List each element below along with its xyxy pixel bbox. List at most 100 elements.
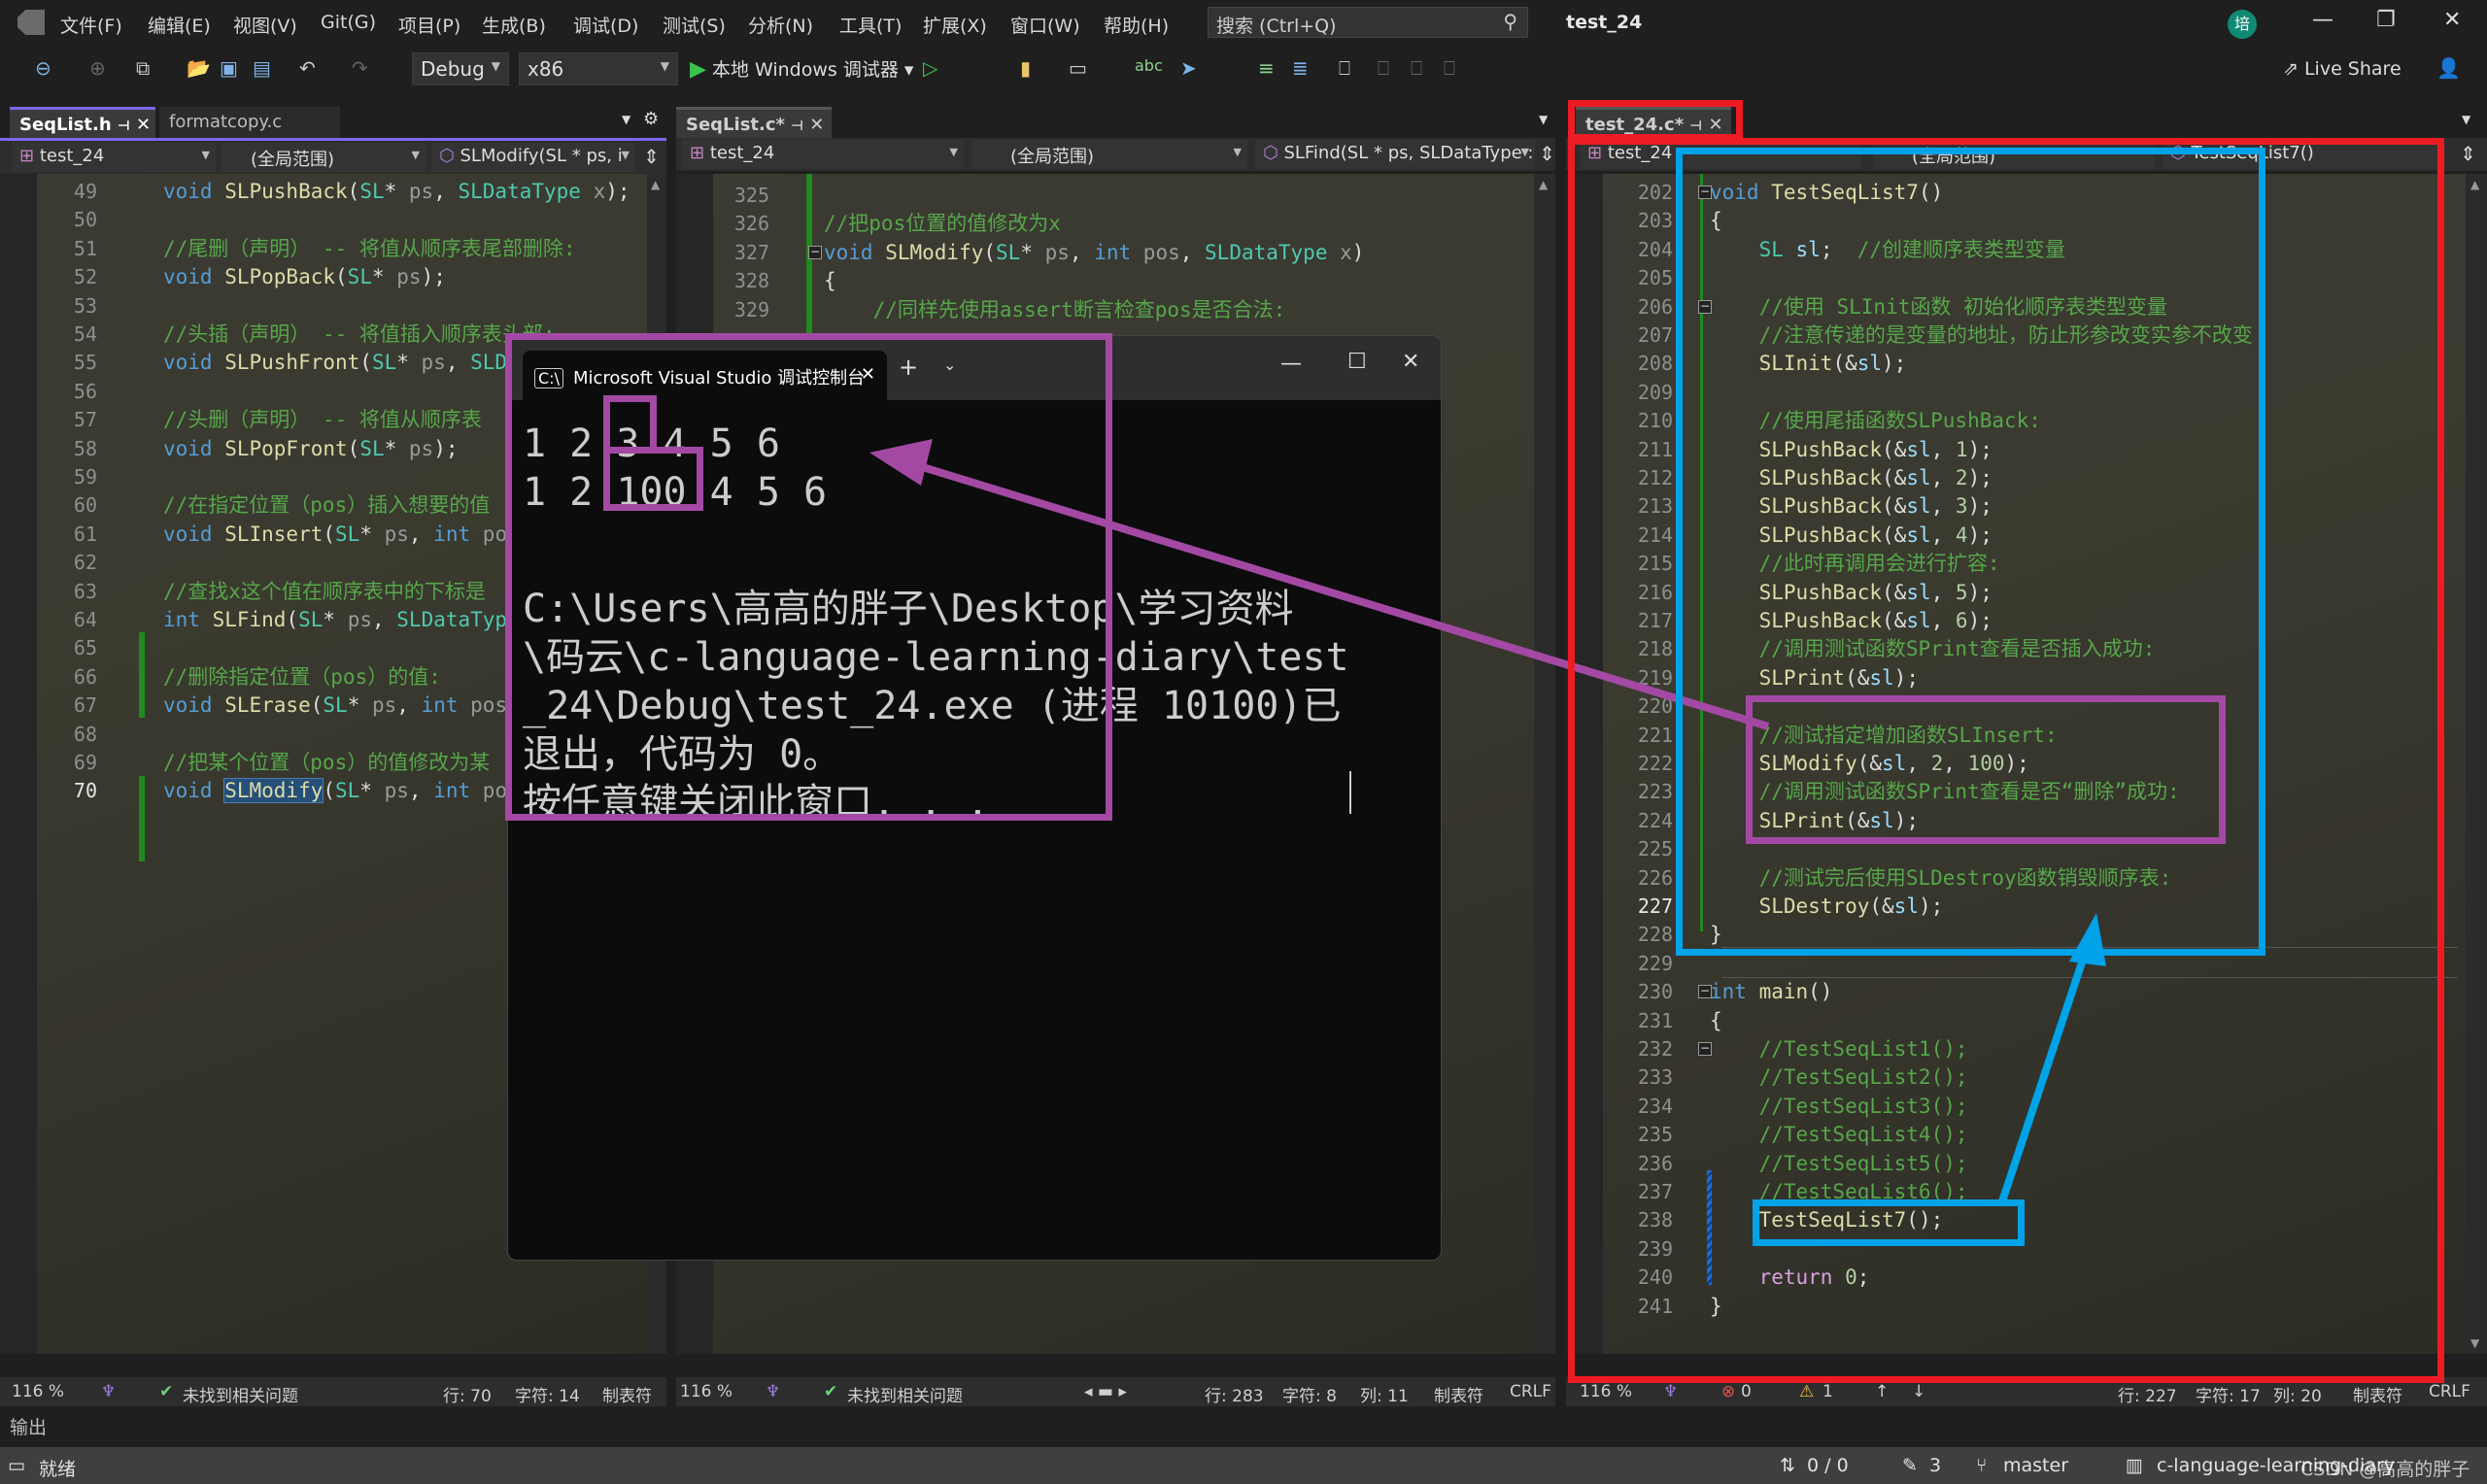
project-dropdown[interactable]: ⊞ test_24 ▼ — [682, 140, 964, 169]
close-tab-icon[interactable]: ✕ — [809, 115, 824, 135]
gear-icon[interactable]: ⚙ — [643, 109, 659, 129]
tab-list-icon[interactable]: ▼ — [1539, 113, 1548, 126]
vertical-scrollbar[interactable]: ▲ ▼ — [2466, 174, 2487, 1354]
nav-down-icon[interactable]: ↓ — [1912, 1382, 1925, 1401]
zoom-level[interactable]: 116 % — [1580, 1382, 1632, 1401]
scroll-up-icon[interactable]: ▲ — [1539, 178, 1548, 191]
output-panel-tab[interactable]: 输出 — [10, 1413, 47, 1439]
new-project-icon[interactable]: ⧉ — [136, 56, 150, 80]
member-dropdown[interactable]: ⬡ TestSeqList7() — [2163, 140, 2444, 169]
layout-icon[interactable]: ▭ — [1069, 56, 1087, 80]
split-icon[interactable]: ⇕ — [1539, 142, 1555, 165]
scope-dropdown[interactable]: (全局范围) — [1873, 140, 2155, 169]
line-ending[interactable]: CRLF — [2429, 1382, 2470, 1401]
nav-up-icon[interactable]: ↑ — [1875, 1382, 1889, 1401]
notification-icon[interactable]: ▭ — [8, 1455, 25, 1476]
start-without-debug-icon[interactable]: ▷ — [923, 56, 937, 80]
zoom-level[interactable]: 116 % — [12, 1382, 64, 1401]
error-count[interactable]: 0 — [1741, 1382, 1752, 1401]
tab-seqlist-h[interactable]: SeqList.h ⊣ ✕ — [10, 107, 155, 138]
debug-console-window[interactable]: C:\ Microsoft Visual Studio 调试控制台 ✕ + ⌄ —… — [507, 335, 1442, 1261]
maximize-icon[interactable]: ☐ — [1347, 350, 1367, 374]
project-dropdown[interactable]: ⊞ test_24 — [1580, 140, 1861, 169]
vertical-scrollbar[interactable]: ▲ — [1534, 174, 1555, 1354]
indent-mode[interactable]: 制表符 — [2353, 1382, 2402, 1406]
clear-bookmarks-icon[interactable]: ⎕ — [1444, 56, 1455, 80]
save-icon[interactable]: ▣ — [220, 56, 238, 80]
minimize-icon[interactable]: — — [2312, 8, 2334, 32]
start-debugging-button[interactable]: ▶ 本地 Windows 调试器 ▾ — [690, 55, 913, 82]
menu-item[interactable]: 视图(V) — [233, 12, 297, 38]
menu-item[interactable]: 工具(T) — [839, 12, 902, 38]
tab-seqlist-c[interactable]: SeqList.c* ⊣ ✕ — [676, 107, 832, 138]
menu-item[interactable]: 项目(P) — [398, 12, 460, 38]
project-dropdown[interactable]: ⊞ test_24 ▼ — [12, 143, 216, 172]
fold-toggle-icon[interactable]: − — [1698, 299, 1712, 314]
fold-toggle-icon[interactable]: − — [1698, 985, 1712, 999]
indent-mode[interactable]: 制表符 — [602, 1382, 652, 1406]
menu-item[interactable]: 编辑(E) — [148, 12, 211, 38]
menu-item[interactable]: Git(G) — [321, 12, 376, 33]
close-tab-icon[interactable]: ✕ — [1708, 115, 1722, 135]
back-icon[interactable]: ⊖ — [35, 56, 51, 80]
restore-icon[interactable]: ❐ — [2376, 8, 2396, 32]
minimize-icon[interactable]: — — [1280, 352, 1302, 376]
undo-icon[interactable]: ↶ — [299, 56, 316, 80]
line-ending[interactable]: CRLF — [1510, 1382, 1551, 1401]
issues-status[interactable]: 未找到相关问题 — [847, 1382, 963, 1406]
member-dropdown[interactable]: ⬡ SLModify(SL * ps, i ▼ — [431, 143, 635, 172]
fold-toggle-icon[interactable]: − — [1698, 1042, 1712, 1056]
close-tab-icon[interactable]: ✕ — [861, 364, 875, 385]
save-all-icon[interactable]: ▤ — [253, 56, 271, 80]
folder-icon[interactable]: ▮ — [1020, 56, 1031, 80]
tab-list-icon[interactable]: ▼ — [622, 113, 630, 126]
member-dropdown[interactable]: ⬡ SLFind(SL * ps, SLDataType : ▼ — [1255, 140, 1535, 169]
spell-check-icon[interactable]: abc — [1135, 56, 1163, 75]
configuration-dropdown[interactable]: Debug ▼ — [412, 52, 509, 85]
git-branch[interactable]: master — [2003, 1455, 2068, 1476]
close-tab-icon[interactable]: ✕ — [136, 115, 151, 135]
redo-icon[interactable]: ↷ — [352, 56, 368, 80]
scroll-down-icon[interactable]: ▼ — [2470, 1336, 2479, 1350]
chevron-down-icon[interactable]: ⌄ — [943, 355, 956, 374]
uncomment-icon[interactable]: ≣ — [1292, 56, 1309, 80]
code-editor[interactable]: 202 void TestSeqList7() 203{204 SL sl; //创… — [1566, 174, 2487, 1354]
pin-icon[interactable]: ⊣ — [791, 118, 803, 134]
tab-list-icon[interactable]: ▼ — [2462, 113, 2470, 126]
sync-status[interactable]: 0 / 0 — [1807, 1455, 1849, 1476]
tab-test24-c[interactable]: test_24.c* ⊣ ✕ — [1576, 107, 1731, 138]
menu-item[interactable]: 生成(B) — [482, 12, 546, 38]
next-bookmark-icon[interactable]: ⎕ — [1411, 56, 1422, 80]
close-icon[interactable]: ✕ — [1402, 350, 1419, 374]
issues-status[interactable]: 未找到相关问题 — [183, 1382, 298, 1406]
menu-item[interactable]: 文件(F) — [60, 12, 122, 38]
warning-count[interactable]: 1 — [1823, 1382, 1833, 1401]
console-tab[interactable]: C:\ Microsoft Visual Studio 调试控制台 ✕ — [523, 351, 887, 401]
search-box[interactable]: 搜索 (Ctrl+Q) ⚲ — [1208, 7, 1528, 38]
scroll-up-icon[interactable]: ▲ — [651, 178, 660, 191]
menu-item[interactable]: 调试(D) — [573, 12, 638, 38]
zoom-level[interactable]: 116 % — [680, 1382, 732, 1401]
menu-item[interactable]: 扩展(X) — [923, 12, 987, 38]
split-icon[interactable]: ⇕ — [2460, 142, 2476, 165]
new-tab-icon[interactable]: + — [899, 354, 918, 381]
horizontal-scroll-left-icon[interactable]: ◂ ▬ ▸ — [1084, 1382, 1127, 1401]
tab-formatcopy-c[interactable]: formatcopy.c — [159, 107, 340, 138]
comment-icon[interactable]: ≡ — [1258, 56, 1275, 80]
menu-item[interactable]: 窗口(W) — [1010, 12, 1080, 38]
account-icon[interactable]: 👤 — [2436, 56, 2461, 80]
indent-mode[interactable]: 制表符 — [1434, 1382, 1483, 1406]
bookmark-icon[interactable]: ⎕ — [1339, 56, 1350, 80]
prev-bookmark-icon[interactable]: ⎕ — [1378, 56, 1389, 80]
close-icon[interactable]: ✕ — [2443, 8, 2461, 32]
pin-icon[interactable]: ⊣ — [1689, 118, 1702, 134]
scope-dropdown[interactable]: (全局范围) ▼ — [971, 140, 1247, 169]
user-avatar[interactable]: 培 — [2228, 10, 2257, 39]
forward-icon[interactable]: ⊕ — [89, 56, 106, 80]
platform-dropdown[interactable]: x86 ▼ — [519, 52, 678, 85]
fold-toggle-icon[interactable]: − — [808, 245, 822, 259]
pin-icon[interactable]: ⊣ — [118, 118, 130, 134]
scope-dropdown[interactable]: (全局范围) ▼ — [221, 143, 426, 172]
pointer-icon[interactable]: ➤ — [1180, 56, 1197, 80]
scroll-up-icon[interactable]: ▲ — [2470, 178, 2479, 191]
